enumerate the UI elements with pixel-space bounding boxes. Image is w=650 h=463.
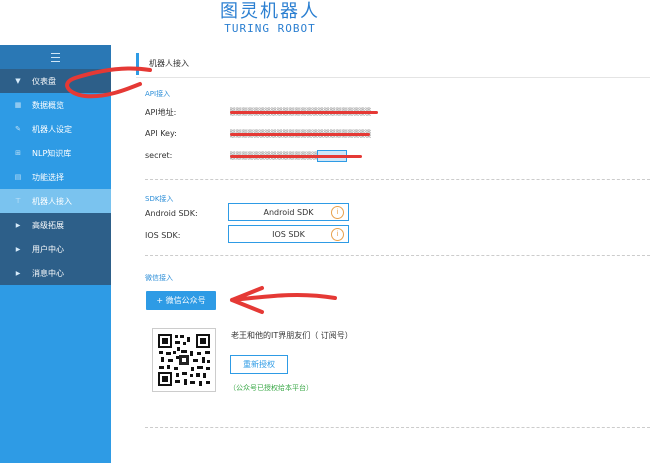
annotation-arrow-wechat <box>230 286 337 314</box>
annotation-arrow-dashboard <box>65 66 152 99</box>
annotation-overlay <box>65 66 337 314</box>
